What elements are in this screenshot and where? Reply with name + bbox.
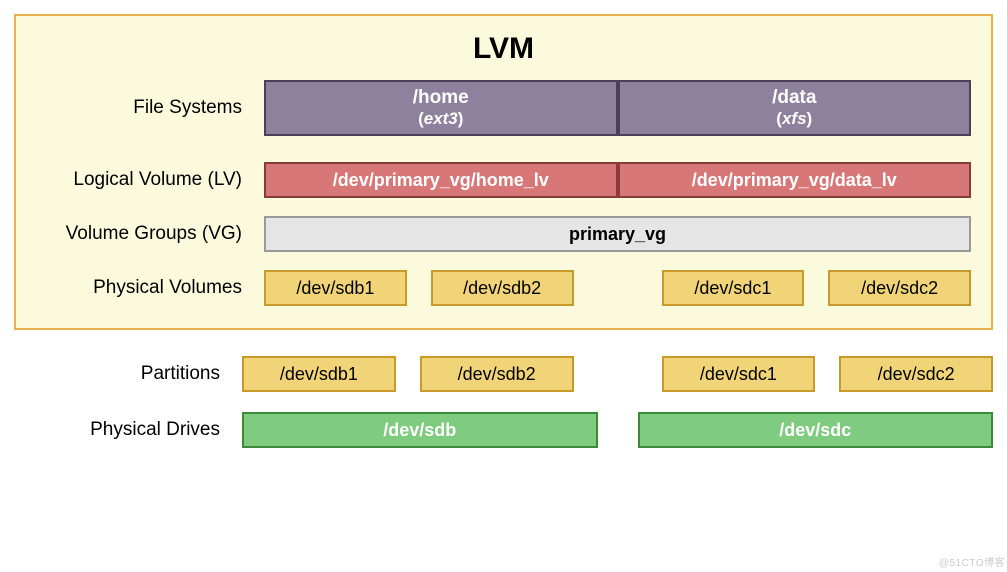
pv-sdc2: /dev/sdc2 (828, 270, 971, 306)
physical-drives-row: Physical Drives /dev/sdb /dev/sdc (14, 412, 993, 448)
physical-drives-label: Physical Drives (14, 419, 242, 441)
volume-group-label: Volume Groups (VG) (36, 223, 264, 245)
file-systems-row: File Systems /home (ext3) /data (xfs) (36, 80, 971, 136)
pv-sdb2: /dev/sdb2 (431, 270, 574, 306)
physical-volumes-label: Physical Volumes (36, 277, 264, 299)
filesystem-type: (ext3) (418, 109, 463, 129)
volume-group-row: Volume Groups (VG) primary_vg (36, 216, 971, 252)
partitions-row: Partitions /dev/sdb1 /dev/sdb2 /dev/sdc1… (14, 356, 993, 392)
part-cluster-1: /dev/sdb1 /dev/sdb2 (242, 356, 574, 392)
lv-home: /dev/primary_vg/home_lv (264, 162, 618, 198)
part-sdc2: /dev/sdc2 (839, 356, 993, 392)
pv-cluster-1: /dev/sdb1 /dev/sdb2 (264, 270, 574, 306)
pv-cluster-2: /dev/sdc1 /dev/sdc2 (662, 270, 972, 306)
part-sdc1: /dev/sdc1 (662, 356, 816, 392)
part-sdb2: /dev/sdb2 (420, 356, 574, 392)
vg-primary: primary_vg (264, 216, 971, 252)
filesystem-data: /data (xfs) (618, 80, 972, 136)
filesystem-mount: /home (413, 87, 469, 109)
pd-sdc: /dev/sdc (638, 412, 994, 448)
partitions-label: Partitions (14, 363, 242, 385)
pv-sdb1: /dev/sdb1 (264, 270, 407, 306)
filesystem-type: (xfs) (776, 109, 812, 129)
part-cluster-2: /dev/sdc1 /dev/sdc2 (662, 356, 994, 392)
logical-volume-label: Logical Volume (LV) (36, 169, 264, 191)
lvm-container: LVM File Systems /home (ext3) /data (xfs… (14, 14, 993, 330)
watermark: @51CTO博客 (939, 554, 1005, 569)
physical-volumes-row: Physical Volumes /dev/sdb1 /dev/sdb2 /de… (36, 270, 971, 306)
outside-container: Partitions /dev/sdb1 /dev/sdb2 /dev/sdc1… (14, 330, 993, 448)
file-systems-label: File Systems (36, 97, 264, 119)
part-sdb1: /dev/sdb1 (242, 356, 396, 392)
diagram-title: LVM (36, 32, 971, 66)
lv-data: /dev/primary_vg/data_lv (618, 162, 972, 198)
pv-sdc1: /dev/sdc1 (662, 270, 805, 306)
filesystem-home: /home (ext3) (264, 80, 618, 136)
logical-volume-row: Logical Volume (LV) /dev/primary_vg/home… (36, 162, 971, 198)
pd-sdb: /dev/sdb (242, 412, 598, 448)
filesystem-mount: /data (772, 87, 816, 109)
